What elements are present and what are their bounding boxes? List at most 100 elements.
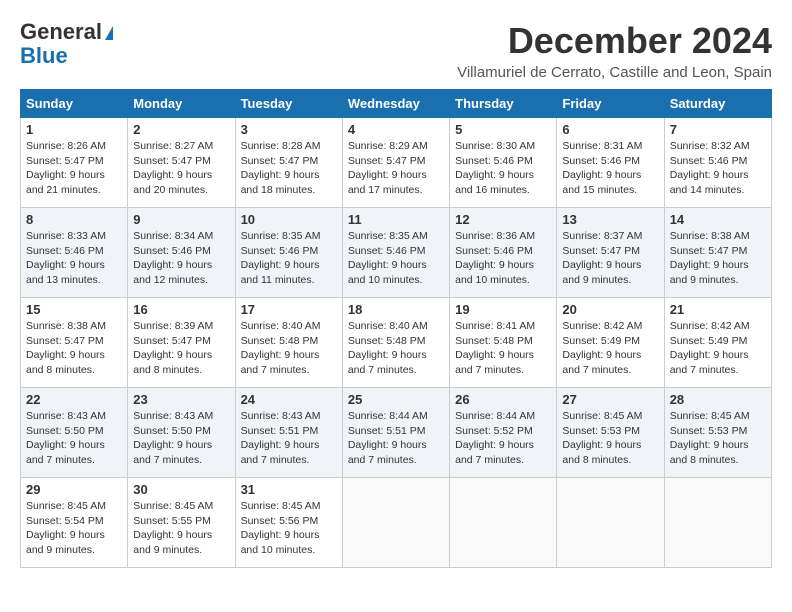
- calendar-cell: 22 Sunrise: 8:43 AM Sunset: 5:50 PM Dayli…: [21, 388, 128, 478]
- calendar-cell: 21 Sunrise: 8:42 AM Sunset: 5:49 PM Dayli…: [664, 298, 771, 388]
- day-number: 11: [348, 212, 444, 227]
- day-number: 28: [670, 392, 766, 407]
- day-number: 13: [562, 212, 658, 227]
- calendar-cell: 24 Sunrise: 8:43 AM Sunset: 5:51 PM Dayli…: [235, 388, 342, 478]
- day-number: 4: [348, 122, 444, 137]
- calendar-cell: 31Sunrise: 8:45 AM Sunset: 5:56 PM Dayli…: [235, 478, 342, 568]
- day-detail: Sunrise: 8:27 AM Sunset: 5:47 PM Dayligh…: [133, 139, 229, 198]
- calendar-week-row: 22 Sunrise: 8:43 AM Sunset: 5:50 PM Dayli…: [21, 388, 772, 478]
- day-detail: Sunrise: 8:45 AM Sunset: 5:54 PM Dayligh…: [26, 499, 122, 558]
- day-number: 17: [241, 302, 337, 317]
- calendar-cell: 9Sunrise: 8:34 AM Sunset: 5:46 PM Daylig…: [128, 208, 235, 298]
- calendar-cell: 7 Sunrise: 8:32 AM Sunset: 5:46 PM Daylig…: [664, 118, 771, 208]
- calendar-cell: 8Sunrise: 8:33 AM Sunset: 5:46 PM Daylig…: [21, 208, 128, 298]
- month-title: December 2024: [457, 20, 772, 62]
- day-detail: Sunrise: 8:42 AM Sunset: 5:49 PM Dayligh…: [562, 319, 658, 378]
- calendar-cell: 25 Sunrise: 8:44 AM Sunset: 5:51 PM Dayli…: [342, 388, 449, 478]
- day-detail: Sunrise: 8:39 AM Sunset: 5:47 PM Dayligh…: [133, 319, 229, 378]
- day-number: 25: [348, 392, 444, 407]
- day-detail: Sunrise: 8:41 AM Sunset: 5:48 PM Dayligh…: [455, 319, 551, 378]
- calendar-cell: 14 Sunrise: 8:38 AM Sunset: 5:47 PM Dayli…: [664, 208, 771, 298]
- calendar-cell: 6Sunrise: 8:31 AM Sunset: 5:46 PM Daylig…: [557, 118, 664, 208]
- logo-text: General: [20, 20, 113, 44]
- header-row: SundayMondayTuesdayWednesdayThursdayFrid…: [21, 90, 772, 118]
- day-number: 18: [348, 302, 444, 317]
- calendar-cell: 2 Sunrise: 8:27 AM Sunset: 5:47 PM Daylig…: [128, 118, 235, 208]
- header-day-wednesday: Wednesday: [342, 90, 449, 118]
- day-number: 2: [133, 122, 229, 137]
- header-day-thursday: Thursday: [450, 90, 557, 118]
- day-number: 10: [241, 212, 337, 227]
- day-number: 22: [26, 392, 122, 407]
- calendar-cell: 11 Sunrise: 8:35 AM Sunset: 5:46 PM Dayli…: [342, 208, 449, 298]
- day-detail: Sunrise: 8:26 AM Sunset: 5:47 PM Dayligh…: [26, 139, 122, 198]
- calendar-cell: 23 Sunrise: 8:43 AM Sunset: 5:50 PM Dayli…: [128, 388, 235, 478]
- calendar-cell: 30 Sunrise: 8:45 AM Sunset: 5:55 PM Dayli…: [128, 478, 235, 568]
- calendar-cell: 10 Sunrise: 8:35 AM Sunset: 5:46 PM Dayli…: [235, 208, 342, 298]
- calendar-week-row: 29 Sunrise: 8:45 AM Sunset: 5:54 PM Dayli…: [21, 478, 772, 568]
- calendar-cell: 1 Sunrise: 8:26 AM Sunset: 5:47 PM Daylig…: [21, 118, 128, 208]
- calendar-cell: 13 Sunrise: 8:37 AM Sunset: 5:47 PM Dayli…: [557, 208, 664, 298]
- day-detail: Sunrise: 8:43 AM Sunset: 5:51 PM Dayligh…: [241, 409, 337, 468]
- logo: General Blue: [20, 20, 113, 68]
- calendar-cell: [664, 478, 771, 568]
- day-number: 14: [670, 212, 766, 227]
- day-number: 26: [455, 392, 551, 407]
- day-number: 23: [133, 392, 229, 407]
- day-detail: Sunrise: 8:43 AM Sunset: 5:50 PM Dayligh…: [26, 409, 122, 468]
- title-block: December 2024 Villamuriel de Cerrato, Ca…: [457, 20, 772, 81]
- day-number: 15: [26, 302, 122, 317]
- calendar-week-row: 15Sunrise: 8:38 AM Sunset: 5:47 PM Dayli…: [21, 298, 772, 388]
- calendar-week-row: 8Sunrise: 8:33 AM Sunset: 5:46 PM Daylig…: [21, 208, 772, 298]
- calendar-cell: 16 Sunrise: 8:39 AM Sunset: 5:47 PM Dayli…: [128, 298, 235, 388]
- day-detail: Sunrise: 8:40 AM Sunset: 5:48 PM Dayligh…: [241, 319, 337, 378]
- calendar-body: 1 Sunrise: 8:26 AM Sunset: 5:47 PM Daylig…: [21, 118, 772, 568]
- day-detail: Sunrise: 8:35 AM Sunset: 5:46 PM Dayligh…: [241, 229, 337, 288]
- calendar-cell: 20 Sunrise: 8:42 AM Sunset: 5:49 PM Dayli…: [557, 298, 664, 388]
- day-detail: Sunrise: 8:37 AM Sunset: 5:47 PM Dayligh…: [562, 229, 658, 288]
- day-number: 3: [241, 122, 337, 137]
- header-day-tuesday: Tuesday: [235, 90, 342, 118]
- day-detail: Sunrise: 8:45 AM Sunset: 5:55 PM Dayligh…: [133, 499, 229, 558]
- calendar-cell: 4Sunrise: 8:29 AM Sunset: 5:47 PM Daylig…: [342, 118, 449, 208]
- day-number: 24: [241, 392, 337, 407]
- day-detail: Sunrise: 8:32 AM Sunset: 5:46 PM Dayligh…: [670, 139, 766, 198]
- day-detail: Sunrise: 8:35 AM Sunset: 5:46 PM Dayligh…: [348, 229, 444, 288]
- day-number: 20: [562, 302, 658, 317]
- calendar-header: SundayMondayTuesdayWednesdayThursdayFrid…: [21, 90, 772, 118]
- day-detail: Sunrise: 8:33 AM Sunset: 5:46 PM Dayligh…: [26, 229, 122, 288]
- calendar-cell: 5Sunrise: 8:30 AM Sunset: 5:46 PM Daylig…: [450, 118, 557, 208]
- day-number: 21: [670, 302, 766, 317]
- calendar-cell: 26Sunrise: 8:44 AM Sunset: 5:52 PM Dayli…: [450, 388, 557, 478]
- day-number: 6: [562, 122, 658, 137]
- day-detail: Sunrise: 8:28 AM Sunset: 5:47 PM Dayligh…: [241, 139, 337, 198]
- day-detail: Sunrise: 8:42 AM Sunset: 5:49 PM Dayligh…: [670, 319, 766, 378]
- logo-general: General: [20, 19, 102, 44]
- page-header: General Blue December 2024 Villamuriel d…: [20, 20, 772, 81]
- day-number: 16: [133, 302, 229, 317]
- calendar-cell: 19 Sunrise: 8:41 AM Sunset: 5:48 PM Dayli…: [450, 298, 557, 388]
- day-number: 29: [26, 482, 122, 497]
- logo-triangle-icon: [105, 26, 113, 40]
- day-detail: Sunrise: 8:36 AM Sunset: 5:46 PM Dayligh…: [455, 229, 551, 288]
- day-number: 27: [562, 392, 658, 407]
- logo-blue-label: Blue: [20, 43, 68, 68]
- calendar-cell: 12Sunrise: 8:36 AM Sunset: 5:46 PM Dayli…: [450, 208, 557, 298]
- location-subtitle: Villamuriel de Cerrato, Castille and Leo…: [457, 64, 772, 81]
- day-number: 19: [455, 302, 551, 317]
- day-number: 1: [26, 122, 122, 137]
- day-detail: Sunrise: 8:43 AM Sunset: 5:50 PM Dayligh…: [133, 409, 229, 468]
- header-day-monday: Monday: [128, 90, 235, 118]
- day-number: 7: [670, 122, 766, 137]
- calendar-cell: 28Sunrise: 8:45 AM Sunset: 5:53 PM Dayli…: [664, 388, 771, 478]
- day-number: 9: [133, 212, 229, 227]
- calendar-cell: 3 Sunrise: 8:28 AM Sunset: 5:47 PM Daylig…: [235, 118, 342, 208]
- day-detail: Sunrise: 8:44 AM Sunset: 5:51 PM Dayligh…: [348, 409, 444, 468]
- header-day-saturday: Saturday: [664, 90, 771, 118]
- calendar-cell: [342, 478, 449, 568]
- day-detail: Sunrise: 8:38 AM Sunset: 5:47 PM Dayligh…: [670, 229, 766, 288]
- header-day-sunday: Sunday: [21, 90, 128, 118]
- day-number: 30: [133, 482, 229, 497]
- calendar-cell: 18Sunrise: 8:40 AM Sunset: 5:48 PM Dayli…: [342, 298, 449, 388]
- day-detail: Sunrise: 8:30 AM Sunset: 5:46 PM Dayligh…: [455, 139, 551, 198]
